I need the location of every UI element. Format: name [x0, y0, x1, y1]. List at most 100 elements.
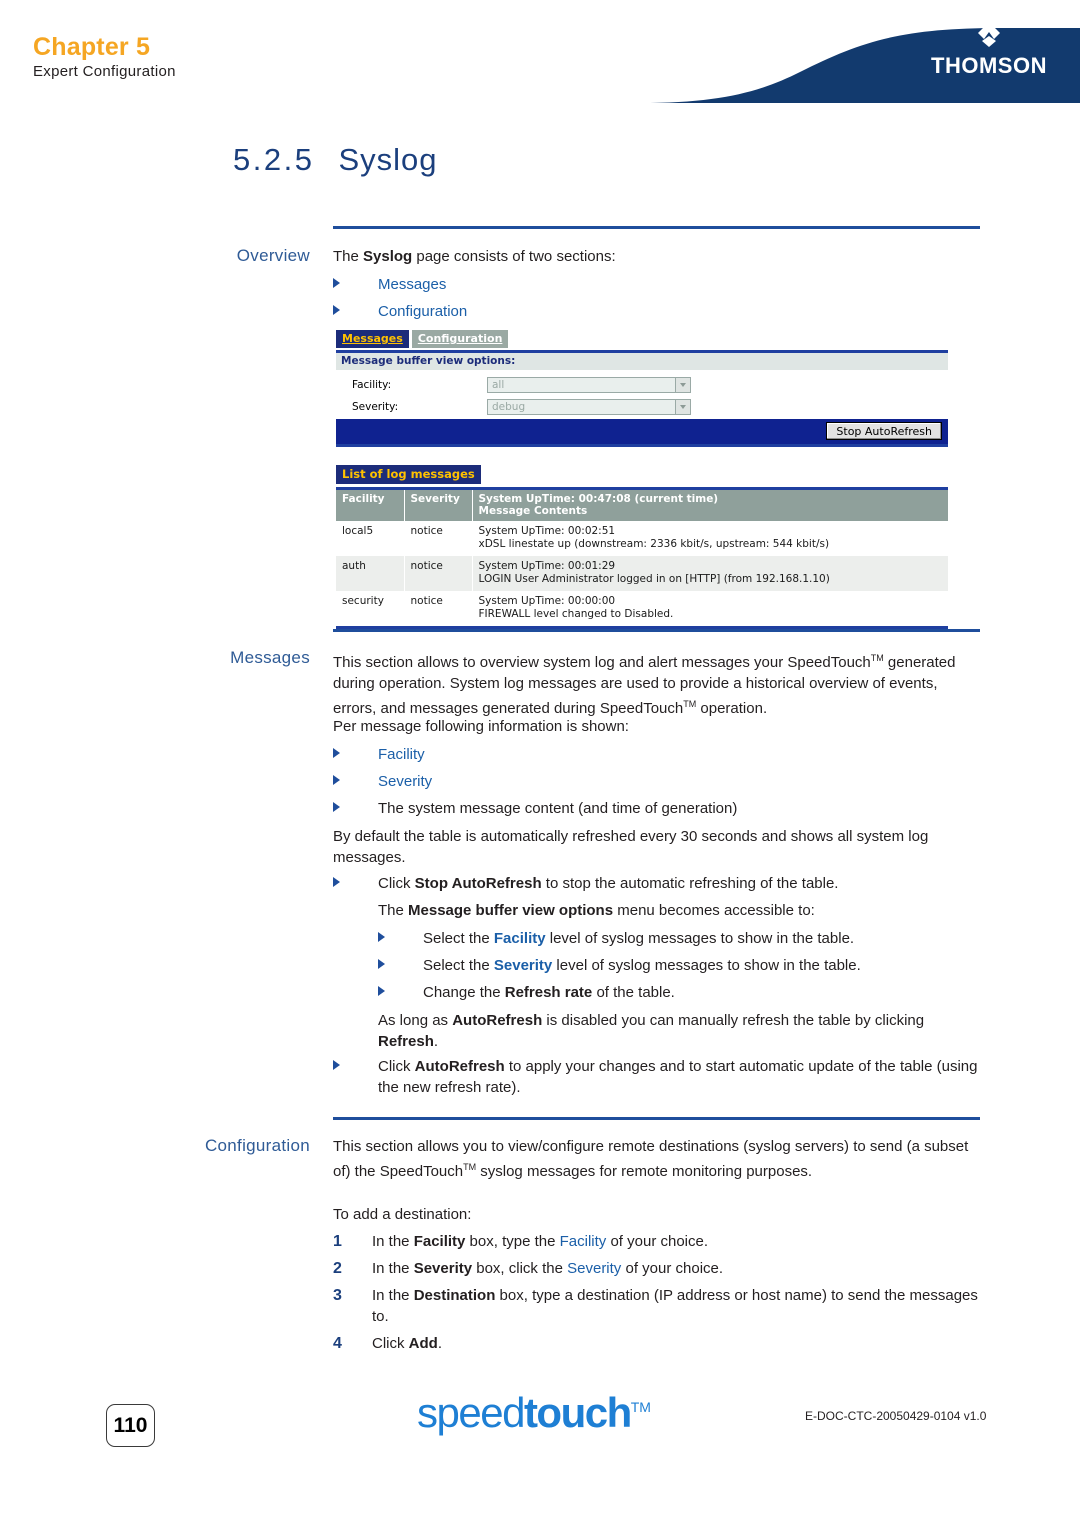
severity-select[interactable]: debug	[487, 399, 691, 415]
bullet-triangle-icon	[333, 802, 340, 812]
bullet-triangle-icon	[333, 278, 340, 288]
cell-message: System UpTime: 00:00:00 FIREWALL level c…	[472, 591, 948, 626]
messages-bullet-click-autorefresh: Click AutoRefresh to apply your changes …	[333, 1056, 978, 1098]
page-subtitle: Expert Configuration	[33, 63, 176, 80]
messages-side-label: Messages	[230, 648, 310, 667]
page-title: Chapter 5	[33, 33, 151, 61]
messages-para-1: This section allows to overview system l…	[333, 648, 983, 719]
page-header: Chapter 5 Expert Configuration THOMSON	[0, 0, 1080, 103]
table-row: security notice System UpTime: 00:00:00 …	[336, 591, 948, 626]
txt-bold: Stop AutoRefresh	[414, 875, 542, 892]
txt-pre: Select the	[423, 930, 494, 947]
overview-intro-pre: The	[333, 248, 364, 265]
speedtouch-logo-bold: touch	[523, 1389, 632, 1436]
step-text: In the Facility box, type the Facility o…	[372, 1231, 978, 1252]
txt-post: level of syslog messages to show in the …	[545, 930, 855, 947]
messages-bullet-stop-autorefresh: Click Stop AutoRefresh to stop the autom…	[333, 873, 973, 894]
cell-message: System UpTime: 00:01:29 LOGIN User Admin…	[472, 556, 948, 591]
txt-post: menu becomes accessible to:	[613, 902, 815, 919]
messages-subbullet-text: Select the Severity level of syslog mess…	[423, 955, 978, 976]
log-messages-table: Facility Severity System UpTime: 00:47:0…	[336, 490, 948, 626]
messages-subbullet-severity: Select the Severity level of syslog mess…	[378, 955, 978, 976]
txt-bold: Add	[408, 1335, 438, 1352]
txt-pre: Click	[378, 1058, 415, 1075]
txt-link: Severity	[493, 957, 553, 974]
cell-severity: notice	[404, 591, 473, 626]
messages-subbullet-text: Select the Facility level of syslog mess…	[423, 928, 978, 949]
overview-divider	[333, 226, 980, 229]
trademark-symbol: TM	[463, 1162, 477, 1172]
txt-bold: Refresh rate	[504, 984, 593, 1001]
table-row: auth notice System UpTime: 00:01:29 LOGI…	[336, 556, 948, 591]
tab-configuration[interactable]: Configuration	[411, 330, 509, 348]
txt-mid: box, click the	[472, 1260, 568, 1277]
txt-mid: .	[437, 1335, 443, 1352]
txt-bold: Facility	[413, 1233, 466, 1250]
txt-pre: Select the	[423, 957, 494, 974]
messages-subbullet-text: Change the Refresh rate of the table.	[423, 982, 978, 1003]
cell-text: LOGIN User Administrator logged in on [H…	[478, 573, 830, 585]
speedtouch-logo-tm: TM	[630, 1399, 651, 1415]
txt-pre: Click	[372, 1335, 409, 1352]
speedtouch-logo: speedtouchTM	[417, 1392, 651, 1434]
message-buffer-view-options-bar: Message buffer view options:	[336, 353, 948, 370]
section-name: Syslog	[338, 142, 438, 177]
cell-facility: security	[336, 591, 405, 626]
tab-messages[interactable]: Messages	[336, 330, 409, 348]
messages-bullet-label: The system message content (and time of …	[378, 800, 738, 817]
cell-text: xDSL linestate up (downstream: 2336 kbit…	[478, 538, 830, 550]
cell-facility: auth	[336, 556, 405, 591]
configuration-divider	[333, 1117, 980, 1120]
messages-subbullet-facility: Select the Facility level of syslog mess…	[378, 928, 978, 949]
cell-uptime: System UpTime: 00:01:29	[478, 560, 616, 572]
cell-uptime: System UpTime: 00:02:51	[478, 525, 616, 537]
bullet-triangle-icon	[333, 775, 340, 785]
messages-para-1a: This section allows to overview system l…	[333, 654, 871, 671]
txt-post: of your choice.	[621, 1260, 724, 1277]
panel-bottom-rule	[336, 444, 948, 447]
step-text: Click Add.	[372, 1333, 978, 1354]
bullet-triangle-icon	[333, 1060, 340, 1070]
txt-bold: Refresh	[378, 1033, 434, 1050]
section-heading: 5.2.5 Syslog	[233, 142, 438, 178]
step-text: In the Destination box, type a destinati…	[372, 1285, 978, 1327]
cell-message: System UpTime: 00:02:51 xDSL linestate u…	[472, 521, 948, 556]
txt-post: to stop the automatic refreshing of the …	[541, 875, 839, 892]
speedtouch-logo-light: speed	[417, 1389, 525, 1436]
chevron-down-icon[interactable]	[675, 378, 690, 392]
messages-para-2: Per message following information is sho…	[333, 718, 629, 735]
messages-subbullet-refresh-rate: Change the Refresh rate of the table.	[378, 982, 978, 1003]
messages-divider	[333, 629, 980, 632]
cell-facility: local5	[336, 521, 405, 556]
messages-bullet-text: Click AutoRefresh to apply your changes …	[378, 1056, 978, 1098]
configuration-para-1: This section allows you to view/configur…	[333, 1136, 978, 1182]
txt-post: of your choice.	[606, 1233, 709, 1250]
txt-pre: Click	[378, 875, 415, 892]
table-row: local5 notice System UpTime: 00:02:51 xD…	[336, 521, 948, 556]
configuration-step-4: 4 Click Add.	[333, 1333, 978, 1354]
thomson-wordmark: THOMSON	[931, 53, 1047, 78]
col-facility: Facility	[336, 490, 405, 521]
txt-pre: In the	[372, 1287, 414, 1304]
trademark-symbol: TM	[870, 653, 884, 663]
bullet-triangle-icon	[333, 877, 340, 887]
severity-label: Severity:	[352, 401, 399, 413]
facility-select[interactable]: all	[487, 377, 691, 393]
messages-bullet-content: The system message content (and time of …	[333, 798, 953, 819]
stop-autorefresh-button[interactable]: Stop AutoRefresh	[826, 422, 942, 440]
facility-label: Facility:	[352, 379, 392, 391]
txt-bold: Destination	[413, 1287, 496, 1304]
configuration-step-2: 2 In the Severity box, click the Severit…	[333, 1258, 978, 1279]
overview-bullet-messages: Messages	[333, 274, 953, 295]
txt-pre: Change the	[423, 984, 505, 1001]
syslog-tabs: Messages Configuration	[336, 330, 948, 350]
chevron-down-icon[interactable]	[675, 400, 690, 414]
overview-intro-post: page consists of two sections:	[412, 248, 616, 265]
messages-bullet-facility: Facility	[333, 744, 953, 765]
bullet-triangle-icon	[378, 959, 385, 969]
cell-text: FIREWALL level changed to Disabled.	[478, 608, 674, 620]
messages-para-1c: operation.	[696, 700, 768, 717]
col-message: System UpTime: 00:47:08 (current time) M…	[472, 490, 948, 521]
txt-link: Facility	[493, 930, 546, 947]
messages-menu-note: The Message buffer view options menu bec…	[378, 900, 978, 921]
